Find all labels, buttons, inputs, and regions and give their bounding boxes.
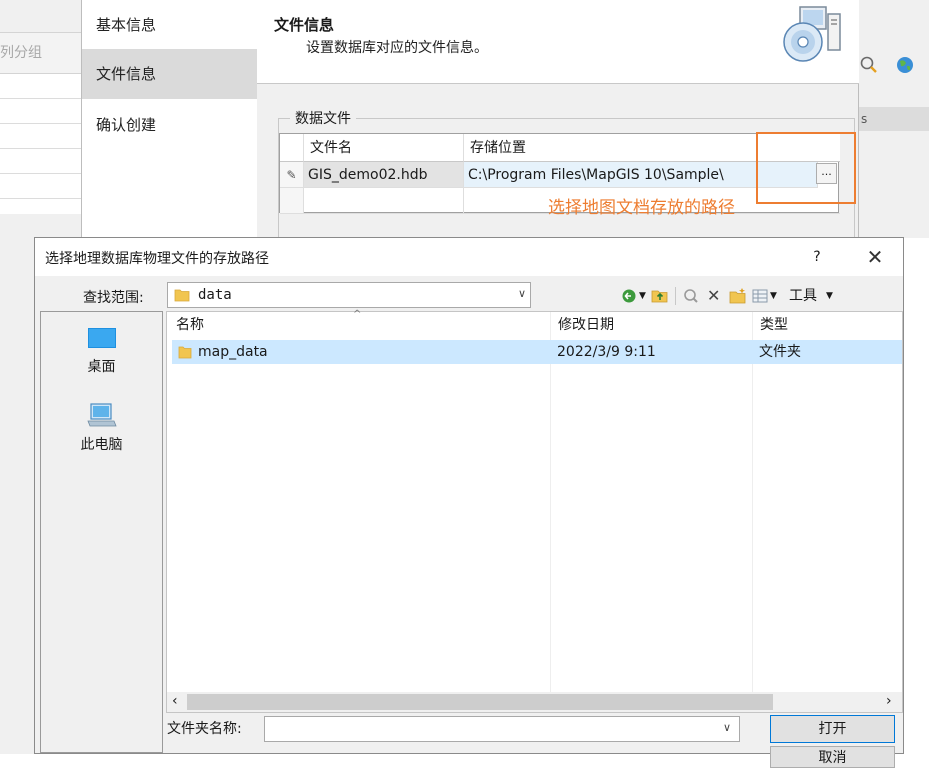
globe-icon[interactable] <box>895 55 915 75</box>
tools-menu[interactable]: 工具 <box>789 285 817 307</box>
wizard-step-basic-info[interactable]: 基本信息 <box>82 0 257 50</box>
grid-row <box>0 149 81 174</box>
delete-icon[interactable]: ✕ <box>707 285 720 307</box>
cancel-button[interactable]: 取消 <box>770 746 895 768</box>
column-divider[interactable] <box>550 312 551 692</box>
back-dropdown-icon[interactable]: ▼ <box>639 285 646 307</box>
place-this-pc-label: 此电脑 <box>80 437 123 453</box>
folder-icon <box>174 289 190 302</box>
horizontal-scrollbar[interactable]: ‹ › <box>167 692 902 712</box>
create-database-wizard: 基本信息 文件信息 确认创建 文件信息 设置数据库对应的文件信息。 数据文件 文… <box>81 0 859 248</box>
wizard-header: 文件信息 设置数据库对应的文件信息。 <box>257 0 859 84</box>
place-desktop[interactable]: 桌面 <box>41 326 162 376</box>
background-column-header: s <box>859 107 929 131</box>
scrollbar-thumb[interactable] <box>187 694 773 710</box>
place-this-pc[interactable]: 此电脑 <box>41 402 162 454</box>
file-list-view[interactable]: 名称 ^ 修改日期 类型 map_data 2022/3/9 9:11 文件夹 … <box>166 309 903 713</box>
file-name-cell[interactable]: GIS_demo02.hdb <box>304 162 464 188</box>
column-header-modified[interactable]: 修改日期 <box>552 312 752 338</box>
file-row[interactable]: map_data 2022/3/9 9:11 文件夹 <box>172 340 902 364</box>
background-app-right-pane: s <box>859 0 929 238</box>
callout-annotation: 选择地图文档存放的路径 <box>548 198 735 218</box>
back-icon[interactable] <box>621 285 637 307</box>
view-dropdown-icon[interactable]: ▼ <box>770 285 777 307</box>
scroll-left-icon[interactable]: ‹ <box>172 693 178 709</box>
row-edit-indicator-icon: ✎ <box>280 162 304 188</box>
new-row-file-name-cell[interactable] <box>304 188 464 214</box>
chevron-down-icon: ∨ <box>517 287 526 300</box>
grid-row <box>0 99 81 124</box>
up-folder-icon[interactable] <box>651 285 669 307</box>
new-row-indicator <box>280 188 304 214</box>
toolbar-separator <box>675 287 676 305</box>
column-header-file-name[interactable]: 文件名 <box>304 134 464 162</box>
folder-name-combobox[interactable] <box>264 716 740 742</box>
sort-ascending-icon: ^ <box>353 309 362 320</box>
highlight-callout-box <box>756 132 856 204</box>
help-button[interactable]: ? <box>802 244 832 270</box>
wizard-step-confirm-create[interactable]: 确认创建 <box>82 100 257 150</box>
look-in-value: data <box>198 287 232 303</box>
wizard-step-nav: 基本信息 文件信息 确认创建 <box>82 0 257 238</box>
file-row-modified: 2022/3/9 9:11 <box>557 344 656 360</box>
computer-icon <box>86 403 117 427</box>
close-button[interactable]: ✕ <box>855 243 895 271</box>
file-row-type: 文件夹 <box>759 344 801 360</box>
select-folder-dialog: 选择地理数据库物理文件的存放路径 ? ✕ 查找范围: data ∨ ▼ ✕ ▼ … <box>34 237 904 768</box>
search-web-icon[interactable] <box>683 285 699 307</box>
row-header-corner <box>280 134 304 162</box>
column-header-type[interactable]: 类型 <box>754 312 902 338</box>
disc-computer-icon <box>783 6 841 62</box>
wizard-subtitle: 设置数据库对应的文件信息。 <box>306 40 488 56</box>
dialog-titlebar[interactable]: 选择地理数据库物理文件的存放路径 ? ✕ <box>35 238 903 276</box>
file-row-name: map_data <box>198 344 268 360</box>
column-group-bar[interactable]: 列分组 <box>0 32 81 74</box>
data-file-legend: 数据文件 <box>290 108 356 128</box>
place-desktop-label: 桌面 <box>87 359 116 375</box>
folder-name-label: 文件夹名称: <box>167 721 242 737</box>
wizard-step-file-info[interactable]: 文件信息 <box>82 49 257 99</box>
scroll-right-icon[interactable]: › <box>886 693 892 709</box>
view-menu-icon[interactable] <box>752 285 768 307</box>
look-in-label: 查找范围: <box>83 290 144 306</box>
new-folder-icon[interactable] <box>729 285 747 307</box>
wizard-title: 文件信息 <box>274 16 335 34</box>
dialog-title: 选择地理数据库物理文件的存放路径 <box>45 251 269 267</box>
places-bar: 桌面 此电脑 <box>40 311 163 753</box>
background-grid <box>0 74 81 214</box>
grid-row <box>0 74 81 99</box>
column-divider[interactable] <box>752 312 753 692</box>
desktop-icon <box>87 328 116 348</box>
open-button[interactable]: 打开 <box>770 715 895 743</box>
dialog-toolbar: ▼ ✕ ▼ 工具 ▼ <box>621 285 841 307</box>
tools-dropdown-icon[interactable]: ▼ <box>826 285 833 307</box>
look-in-select[interactable]: data ∨ <box>167 282 531 308</box>
folder-icon <box>178 346 192 359</box>
grid-row <box>0 124 81 149</box>
grid-row <box>0 174 81 199</box>
search-icon[interactable] <box>859 55 879 75</box>
